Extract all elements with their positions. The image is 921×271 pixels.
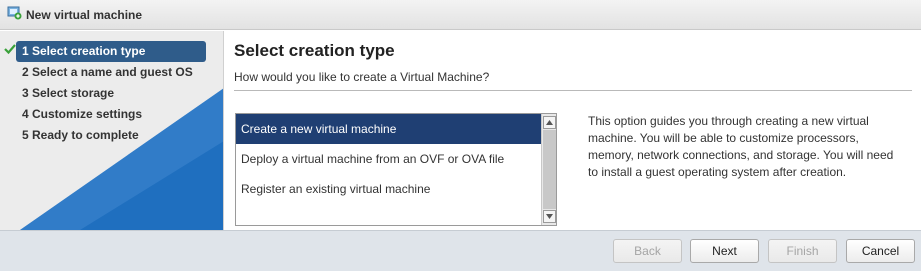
finish-button[interactable]: Finish	[768, 239, 837, 263]
window-title: New virtual machine	[26, 7, 143, 22]
step-select-storage: 3 Select storage	[0, 83, 223, 104]
list-item-deploy-ovf[interactable]: Deploy a virtual machine from an OVF or …	[236, 144, 541, 174]
scroll-up-button[interactable]	[543, 116, 556, 129]
divider	[234, 90, 912, 91]
next-button[interactable]: Next	[690, 239, 759, 263]
step-label: 3 Select storage	[22, 86, 115, 100]
wizard-footer: Back Next Finish Cancel	[0, 230, 921, 271]
step-select-creation-type[interactable]: 1 Select creation type	[16, 41, 206, 62]
page-title: Select creation type	[234, 41, 395, 60]
arrow-up-icon	[546, 120, 553, 125]
step-list: 1 Select creation type 2 Select a name a…	[0, 41, 223, 146]
step-customize-settings: 4 Customize settings	[0, 104, 223, 125]
title-bar: New virtual machine	[0, 0, 921, 30]
step-label: 1 Select creation type	[22, 44, 146, 58]
arrow-down-icon	[546, 214, 553, 219]
step-label: 5 Ready to complete	[22, 128, 139, 142]
back-button[interactable]: Back	[613, 239, 682, 263]
page-subtitle: How would you like to create a Virtual M…	[234, 70, 490, 84]
step-label: 2 Select a name and guest OS	[22, 65, 193, 79]
creation-type-list[interactable]: Create a new virtual machine Deploy a vi…	[235, 113, 557, 226]
scroll-down-button[interactable]	[543, 210, 556, 223]
main-panel: Select creation type How would you like …	[225, 31, 921, 230]
cancel-button[interactable]: Cancel	[846, 239, 915, 263]
option-description: This option guides you through creating …	[588, 114, 894, 179]
list-item-register-existing-vm[interactable]: Register an existing virtual machine	[236, 174, 541, 204]
step-ready-to-complete: 5 Ready to complete	[0, 125, 223, 146]
wizard-steps-sidebar: 1 Select creation type 2 Select a name a…	[0, 31, 224, 230]
list-scrollbar[interactable]	[541, 114, 556, 225]
check-icon	[4, 44, 16, 55]
scrollbar-thumb[interactable]	[543, 130, 556, 209]
step-label: 4 Customize settings	[22, 107, 143, 121]
list-item-create-new-vm[interactable]: Create a new virtual machine	[236, 114, 541, 144]
step-select-name-guest-os: 2 Select a name and guest OS	[0, 62, 223, 83]
new-vm-icon	[6, 4, 26, 25]
